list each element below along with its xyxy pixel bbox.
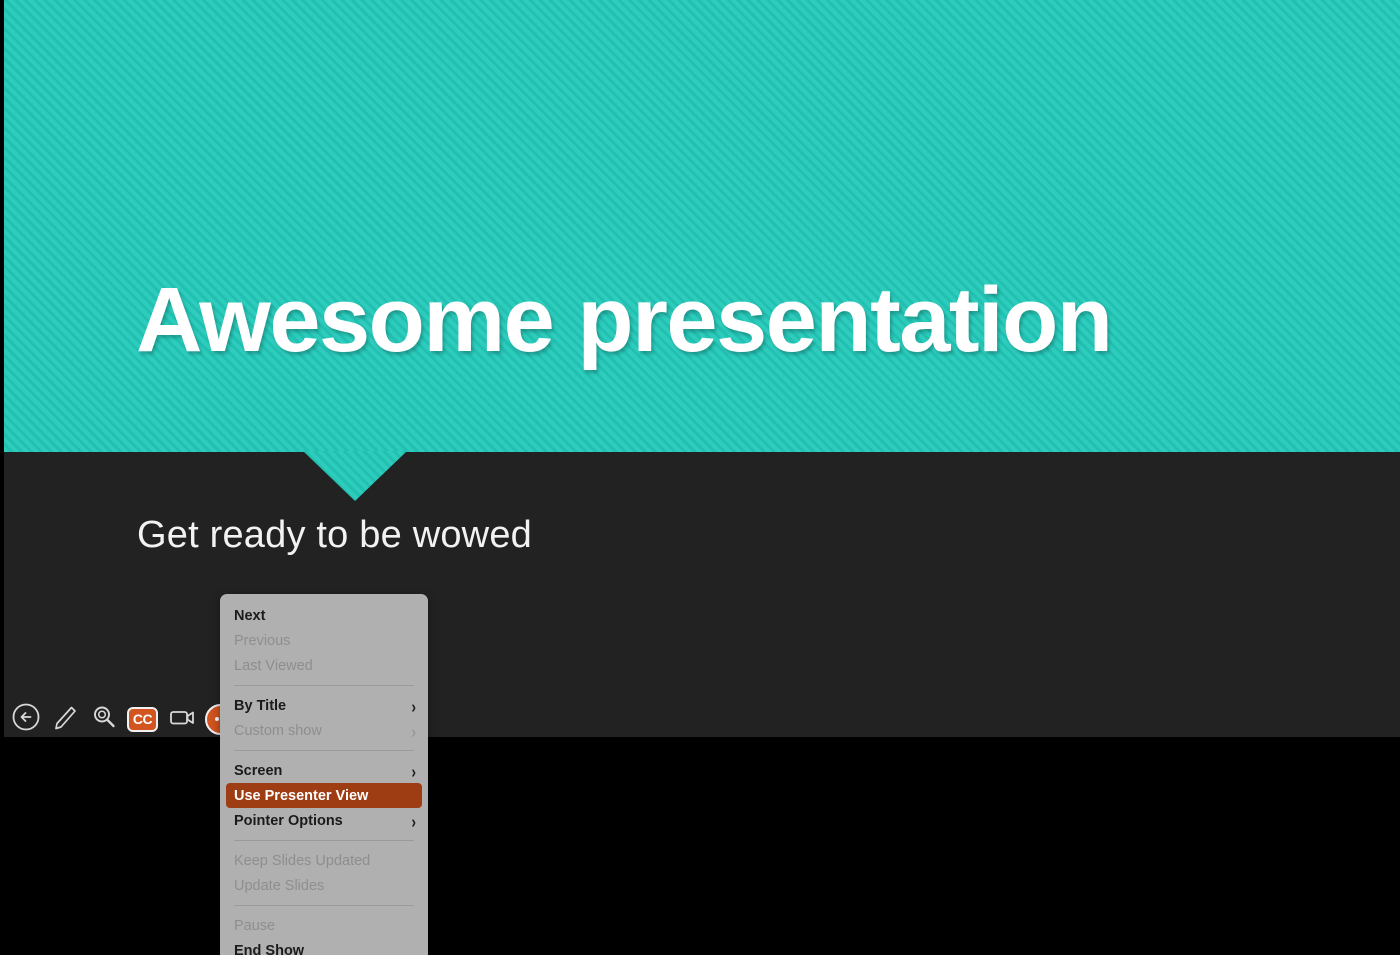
context-menu-separator — [234, 685, 414, 686]
context-menu-item-label: Update Slides — [234, 877, 325, 894]
context-menu-item: Keep Slides Updated — [220, 848, 428, 873]
presentation-slide[interactable]: Awesome presentation Get ready to be wow… — [0, 0, 1400, 737]
video-camera-icon — [167, 702, 197, 737]
context-menu-item[interactable]: Pointer Options › — [220, 808, 428, 833]
context-menu-item[interactable]: Use Presenter View — [226, 783, 422, 808]
context-menu-item-label: Use Presenter View — [234, 787, 369, 804]
context-menu-item: Previous — [220, 628, 428, 653]
slide-subtitle: Get ready to be wowed — [137, 514, 532, 556]
closed-captions-icon: CC — [127, 706, 158, 732]
slideshow-toolbar: CC — [6, 698, 240, 740]
context-menu-item: Pause — [220, 913, 428, 938]
banner-notch-triangle — [303, 451, 407, 501]
context-menu-item-label: Keep Slides Updated — [234, 852, 371, 869]
slide-title: Awesome presentation — [136, 269, 1113, 371]
context-menu-separator — [234, 905, 414, 906]
chevron-right-icon: › — [411, 720, 416, 741]
screen-letterbox-area — [0, 737, 1400, 955]
context-menu-item[interactable]: Next — [220, 603, 428, 628]
context-menu-item: Update Slides — [220, 873, 428, 898]
context-menu-separator — [234, 750, 414, 751]
chevron-right-icon: › — [411, 695, 416, 716]
context-menu-item[interactable]: Screen › — [220, 758, 428, 783]
context-menu-item-label: Previous — [234, 632, 291, 649]
context-menu-item-label: Custom show — [234, 722, 322, 739]
video-button[interactable] — [162, 700, 201, 739]
context-menu-item: Last Viewed — [220, 653, 428, 678]
context-menu-item-label: Last Viewed — [234, 657, 313, 674]
context-menu-item-label: By Title — [234, 697, 287, 714]
context-menu-item[interactable]: End Show — [220, 938, 428, 955]
zoom-button[interactable] — [84, 700, 123, 739]
context-menu-item: Custom show › — [220, 718, 428, 743]
pen-button[interactable] — [45, 700, 84, 739]
chevron-right-icon: › — [411, 760, 416, 781]
chevron-right-icon: › — [411, 810, 416, 831]
back-arrow-icon — [11, 702, 41, 737]
context-menu-item-label: Pause — [234, 917, 276, 934]
slide-left-border — [0, 0, 4, 737]
pen-icon — [50, 702, 80, 737]
context-menu-item[interactable]: By Title › — [220, 693, 428, 718]
context-menu-item-label: Next — [234, 607, 266, 624]
closed-captions-button[interactable]: CC — [123, 700, 162, 739]
context-menu-item-label: End Show — [234, 942, 305, 955]
slide-banner — [0, 0, 1400, 452]
slideshow-context-menu[interactable]: Next Previous Last Viewed By Title › Custom s… — [220, 594, 428, 955]
context-menu-separator — [234, 840, 414, 841]
context-menu-item-label: Pointer Options — [234, 812, 343, 829]
context-menu-item-label: Screen — [234, 762, 283, 779]
slideshow-window: Awesome presentation Get ready to be wow… — [0, 0, 1400, 955]
previous-slide-button[interactable] — [6, 700, 45, 739]
magnifier-icon — [89, 702, 119, 737]
